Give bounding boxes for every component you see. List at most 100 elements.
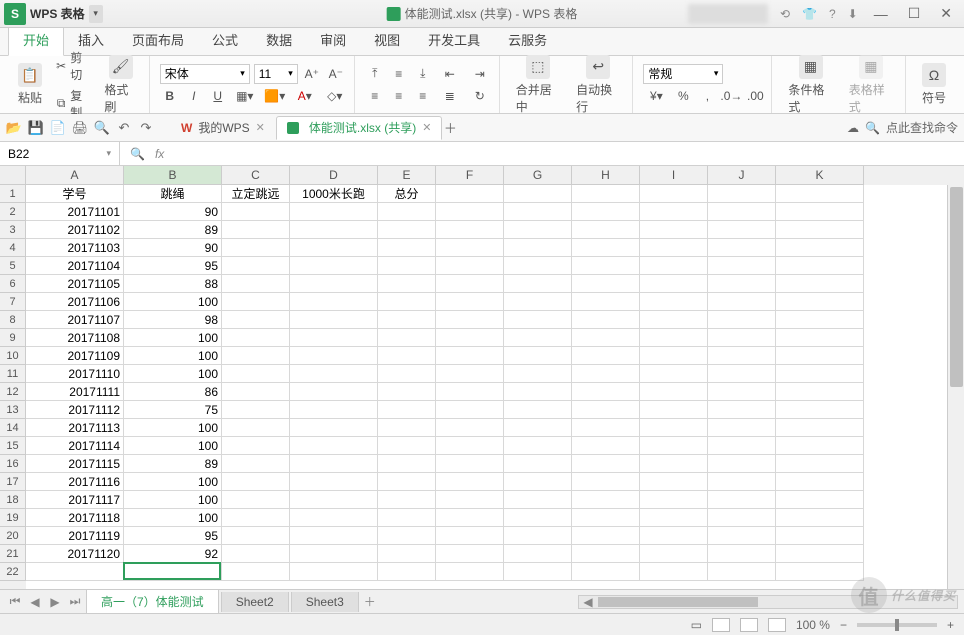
cell[interactable]	[504, 329, 572, 347]
cell[interactable]: 20171108	[26, 329, 124, 347]
column-header-F[interactable]: F	[436, 166, 504, 185]
cell[interactable]	[436, 293, 504, 311]
font-name-select[interactable]: 宋体▾	[160, 64, 250, 84]
cell[interactable]	[436, 455, 504, 473]
number-format-select[interactable]: 常规▾	[643, 64, 723, 84]
cell[interactable]	[378, 275, 436, 293]
wrap-text-button[interactable]: ↩自动换行	[570, 53, 626, 117]
cell[interactable]	[436, 491, 504, 509]
cell[interactable]	[26, 563, 124, 581]
cell[interactable]	[504, 257, 572, 275]
doc-tab-current[interactable]: 体能测试.xlsx (共享) ✕	[276, 116, 443, 140]
italic-button[interactable]: I	[184, 86, 204, 106]
close-tab-icon[interactable]: ✕	[422, 121, 431, 134]
cell[interactable]	[290, 257, 378, 275]
cell[interactable]	[572, 527, 640, 545]
row-header[interactable]: 19	[0, 509, 26, 527]
conditional-format-button[interactable]: ▦条件格式	[782, 53, 838, 117]
cell[interactable]	[708, 419, 776, 437]
cell[interactable]	[436, 239, 504, 257]
cell[interactable]: 20171103	[26, 239, 124, 257]
cell[interactable]	[708, 473, 776, 491]
cell[interactable]	[640, 203, 708, 221]
cell[interactable]	[436, 365, 504, 383]
cell[interactable]	[378, 347, 436, 365]
search-icon[interactable]: 🔍	[865, 121, 880, 135]
cell[interactable]	[504, 383, 572, 401]
view-normal-button[interactable]	[712, 618, 730, 632]
cell[interactable]	[640, 527, 708, 545]
row-header[interactable]: 2	[0, 203, 26, 221]
cell[interactable]	[572, 545, 640, 563]
cell[interactable]	[222, 347, 290, 365]
cell[interactable]	[290, 509, 378, 527]
cell[interactable]	[378, 293, 436, 311]
vertical-scrollbar[interactable]	[947, 185, 964, 589]
cell[interactable]	[378, 419, 436, 437]
cell[interactable]	[708, 401, 776, 419]
cell[interactable]	[776, 437, 864, 455]
cell[interactable]	[572, 455, 640, 473]
cell[interactable]	[436, 545, 504, 563]
cell[interactable]	[708, 221, 776, 239]
cell[interactable]	[640, 221, 708, 239]
cell[interactable]: 1000米长跑	[290, 185, 378, 203]
cell[interactable]: 20171104	[26, 257, 124, 275]
cell[interactable]	[290, 293, 378, 311]
cell[interactable]	[572, 383, 640, 401]
fill-color-button[interactable]: 🟧▾	[262, 86, 288, 106]
cell[interactable]	[124, 563, 222, 581]
horizontal-scrollbar[interactable]: ◀	[578, 595, 958, 609]
cell[interactable]: 20171115	[26, 455, 124, 473]
row-header[interactable]: 4	[0, 239, 26, 257]
cell[interactable]	[222, 509, 290, 527]
cell[interactable]	[572, 185, 640, 203]
sheet-nav-last[interactable]: ⏭	[66, 593, 84, 611]
cell[interactable]	[222, 419, 290, 437]
cell[interactable]: 20171112	[26, 401, 124, 419]
row-header[interactable]: 16	[0, 455, 26, 473]
cell[interactable]: 20171109	[26, 347, 124, 365]
orientation-button[interactable]: ↻	[467, 86, 493, 106]
cell[interactable]	[708, 329, 776, 347]
cell[interactable]	[222, 383, 290, 401]
cell[interactable]	[640, 473, 708, 491]
cell[interactable]: 88	[124, 275, 222, 293]
row-header[interactable]: 11	[0, 365, 26, 383]
cell[interactable]	[708, 455, 776, 473]
format-painter-button[interactable]: 🖌 格式刷	[98, 53, 142, 117]
close-tab-icon[interactable]: ✕	[256, 121, 265, 134]
row-header[interactable]: 6	[0, 275, 26, 293]
row-header[interactable]: 21	[0, 545, 26, 563]
cell[interactable]	[378, 221, 436, 239]
cell[interactable]: 20171105	[26, 275, 124, 293]
cell[interactable]: 75	[124, 401, 222, 419]
cell[interactable]	[222, 257, 290, 275]
decrease-decimal-button[interactable]: .00	[745, 86, 765, 106]
open-icon[interactable]: 📂	[6, 120, 22, 136]
cell[interactable]	[708, 257, 776, 275]
scroll-thumb[interactable]	[950, 187, 963, 387]
border-button[interactable]: ▦▾	[232, 86, 258, 106]
cell[interactable]	[504, 437, 572, 455]
column-header-B[interactable]: B	[124, 166, 222, 185]
sheet-nav-prev[interactable]: ◀	[26, 593, 44, 611]
cell[interactable]	[436, 329, 504, 347]
cell[interactable]: 100	[124, 419, 222, 437]
cell[interactable]	[640, 293, 708, 311]
font-grow-button[interactable]: A⁺	[302, 64, 322, 84]
row-header[interactable]: 13	[0, 401, 26, 419]
cell[interactable]	[436, 527, 504, 545]
cell[interactable]	[572, 563, 640, 581]
tab-review[interactable]: 审阅	[306, 24, 360, 55]
cell[interactable]	[504, 401, 572, 419]
sheet-tab-3[interactable]: Sheet3	[291, 592, 359, 612]
comma-button[interactable]: ,	[697, 86, 717, 106]
export-pdf-icon[interactable]: 📄	[50, 120, 66, 136]
cell[interactable]: 20171101	[26, 203, 124, 221]
cell[interactable]	[378, 329, 436, 347]
sync-icon[interactable]: ⟲	[780, 7, 790, 21]
cell[interactable]	[290, 203, 378, 221]
cell[interactable]	[708, 311, 776, 329]
redo-icon[interactable]: ↷	[138, 120, 154, 136]
